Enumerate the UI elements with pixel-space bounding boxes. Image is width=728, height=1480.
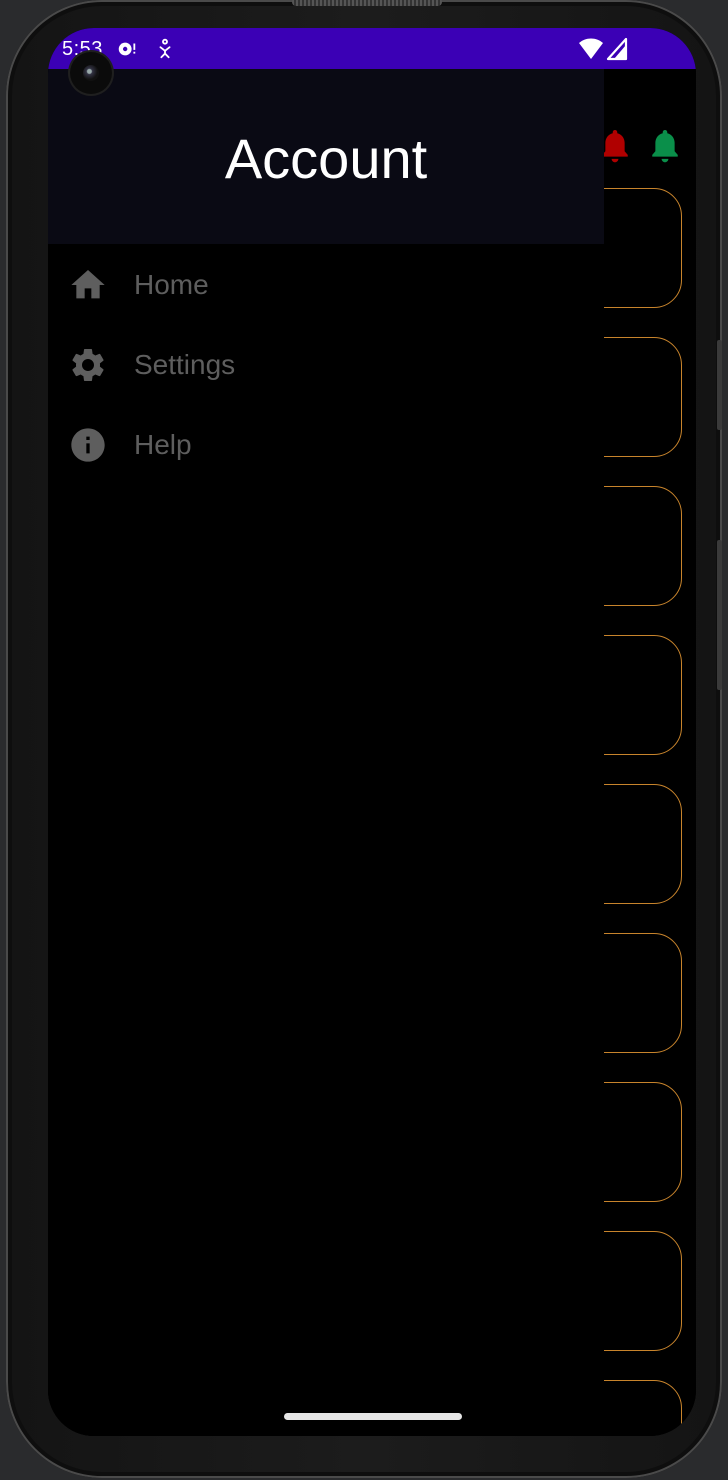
- info-icon: [71, 428, 105, 462]
- drawer-title: Account: [224, 127, 428, 190]
- status-bar: 5:53: [48, 28, 696, 69]
- drawer-item-label: Help: [134, 429, 192, 460]
- media-icon: [118, 42, 136, 56]
- drawer-item-label: Home: [134, 269, 209, 300]
- speaker-grill: [292, 0, 442, 6]
- drawer-item-home[interactable]: Home: [48, 245, 604, 325]
- drawer-item-label: Settings: [134, 349, 236, 380]
- green-bell-icon[interactable]: [648, 127, 682, 167]
- screen: Account Home Settings Help 5:53: [48, 28, 696, 1436]
- front-camera: [70, 52, 112, 94]
- gear-icon: [72, 349, 104, 381]
- volume-button: [717, 540, 722, 690]
- power-button: [717, 340, 722, 430]
- accessibility-icon: [159, 38, 171, 59]
- signal-icon: [606, 37, 628, 61]
- navigation-drawer: Account Home Settings Help: [48, 69, 604, 1436]
- phone-frame: Account Home Settings Help 5:53: [6, 0, 722, 1478]
- wifi-icon: [579, 38, 603, 59]
- home-gesture-bar[interactable]: [284, 1413, 462, 1420]
- drawer-header: Account: [48, 69, 604, 244]
- drawer-item-help[interactable]: Help: [48, 405, 604, 485]
- home-icon: [71, 270, 105, 299]
- drawer-item-settings[interactable]: Settings: [48, 325, 604, 405]
